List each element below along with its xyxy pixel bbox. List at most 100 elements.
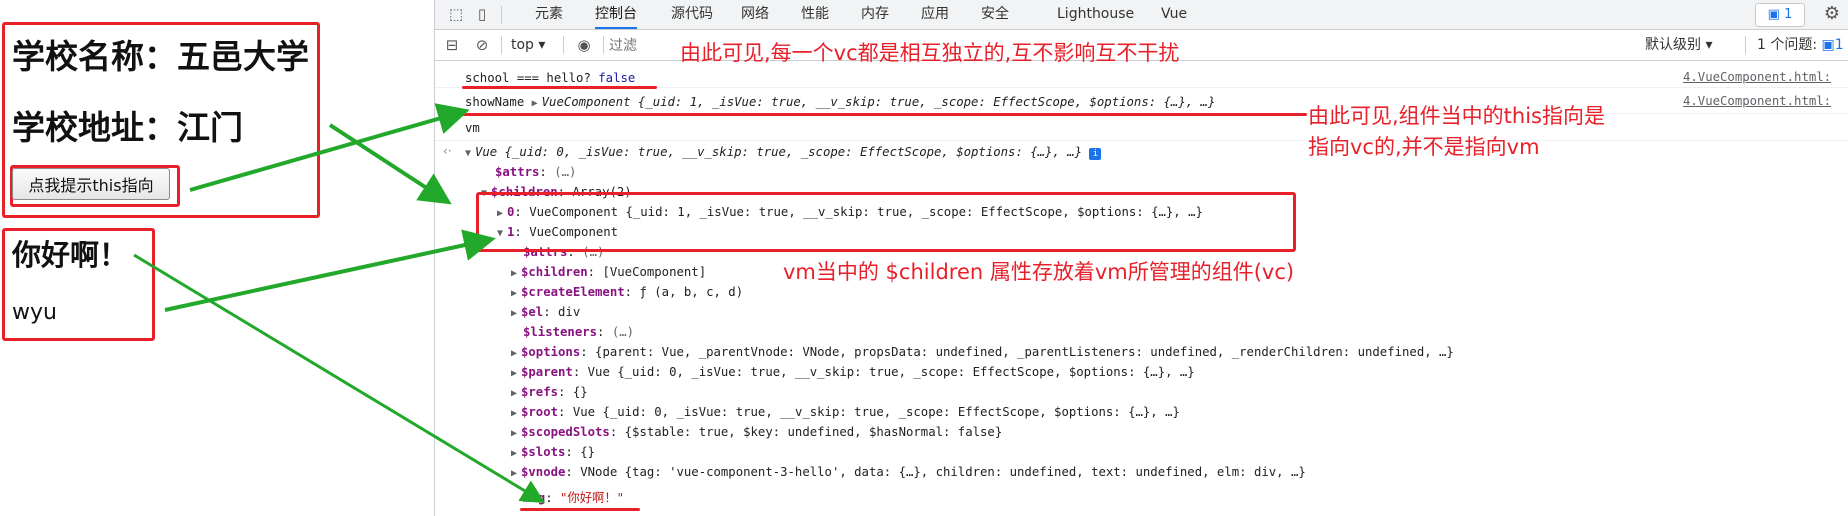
- app-page: 学校名称：五邑大学 学校地址：江门 点我提示this指向 你好啊！ wyu: [0, 0, 435, 516]
- school-name-text: 学校名称：五邑大学: [12, 37, 309, 76]
- prop-key: $refs: [521, 385, 559, 399]
- prop-key: $attrs: [495, 165, 540, 179]
- log-props: {_uid: 1, _isVue: true, __v_skip: true, …: [637, 95, 1216, 109]
- prop-value: Vue {_uid: 0, _isVue: true, __v_skip: tr…: [572, 405, 1180, 419]
- context-selector-label: top: [511, 37, 534, 53]
- child-prop-row[interactable]: ▶ $options: {parent: Vue, _parentVnode: V…: [511, 344, 1454, 362]
- expand-arrow-icon[interactable]: ▶: [511, 405, 521, 422]
- child-prop-row[interactable]: ▶ $root: Vue {_uid: 0, _isVue: true, __v_…: [511, 404, 1180, 422]
- expand-arrow-icon[interactable]: ▶: [511, 425, 521, 442]
- prop-key: $children: [521, 265, 588, 279]
- expand-arrow-icon[interactable]: ▼: [465, 145, 475, 162]
- source-link[interactable]: 4.VueComponent.html:: [1683, 94, 1831, 108]
- issues-count-button[interactable]: 1 个问题: ▣1: [1757, 30, 1844, 60]
- message-icon: ▣: [1821, 37, 1835, 53]
- underline-msg: [520, 508, 640, 511]
- child-prop-row[interactable]: ▶ $children: [VueComponent]: [511, 264, 706, 282]
- result-prompt-icon: ‹·: [443, 144, 452, 158]
- row-divider: [435, 140, 1848, 141]
- log-label: showName: [465, 95, 525, 109]
- prop-key: $slots: [521, 445, 566, 459]
- prop-value: (…): [554, 165, 577, 179]
- child-prop-row[interactable]: ▶ $vnode: VNode {tag: 'vue-component-3-he…: [511, 464, 1306, 482]
- tab-performance[interactable]: 性能: [801, 0, 829, 29]
- expand-arrow-icon[interactable]: ▶: [511, 265, 521, 282]
- prop-value: {$stable: true, $key: undefined, $hasNor…: [624, 425, 1003, 439]
- issues-count-label: 1 个问题:: [1757, 37, 1818, 53]
- prop-value: ƒ (a, b, c, d): [639, 285, 744, 299]
- prop-key: $createElement: [521, 285, 625, 299]
- greeting-text: 你好啊！: [12, 238, 129, 272]
- console-log-showname[interactable]: showName ▶ VueComponent {_uid: 1, _isVue:…: [465, 94, 1215, 112]
- prop-value: VNode {tag: 'vue-component-3-hello', dat…: [580, 465, 1306, 479]
- prop-key: $scopedSlots: [521, 425, 610, 439]
- tab-memory[interactable]: 内存: [861, 0, 889, 29]
- source-link[interactable]: 4.VueComponent.html:: [1683, 70, 1831, 84]
- prop-value: {parent: Vue, _parentVnode: VNode, props…: [595, 345, 1454, 359]
- expand-arrow-icon[interactable]: ▶: [511, 345, 521, 362]
- tab-application[interactable]: 应用: [921, 0, 949, 29]
- prop-key: $el: [521, 305, 544, 319]
- toolbar-separator: [1745, 36, 1746, 54]
- tab-security[interactable]: 安全: [981, 0, 1009, 29]
- expand-arrow-icon[interactable]: ▶: [511, 365, 521, 382]
- child-prop-row[interactable]: ▶ $el: div: [511, 304, 580, 322]
- console-result-vm[interactable]: ▼ Vue {_uid: 0, _isVue: true, __v_skip: t…: [465, 144, 1102, 162]
- show-this-button[interactable]: 点我提示this指向: [12, 168, 170, 200]
- inspect-element-icon[interactable]: ⬚: [445, 4, 467, 24]
- tab-console[interactable]: 控制台: [595, 0, 637, 29]
- clear-console-icon[interactable]: ⊘: [471, 35, 493, 55]
- toolbar-separator: [603, 36, 604, 54]
- tab-lighthouse[interactable]: Lighthouse: [1057, 0, 1134, 29]
- expand-arrow-icon[interactable]: ▶: [511, 465, 521, 482]
- gear-icon[interactable]: ⚙: [1821, 3, 1843, 25]
- expand-arrow-icon[interactable]: ▶: [511, 445, 521, 462]
- tab-vue[interactable]: Vue: [1161, 0, 1187, 29]
- prop-value: "你好啊！": [560, 491, 625, 505]
- child-prop-row[interactable]: ▶ $scopedSlots: {$stable: true, $key: und…: [511, 424, 1002, 442]
- chevron-down-icon: ▾: [538, 37, 546, 53]
- expand-arrow-icon[interactable]: ▶: [532, 95, 542, 112]
- tab-sources[interactable]: 源代码: [671, 0, 713, 29]
- child-prop-row[interactable]: ▶ $parent: Vue {_uid: 0, _isVue: true, __…: [511, 364, 1195, 382]
- toolbar-separator: [501, 36, 502, 54]
- sidebar-toggle-icon[interactable]: ⊟: [441, 35, 463, 55]
- prop-value: (…): [611, 325, 635, 339]
- child-prop-row[interactable]: ▶ $slots: {}: [511, 444, 595, 462]
- chevron-down-icon: ▾: [1705, 37, 1713, 53]
- message-icon: ▣: [1767, 7, 1785, 22]
- context-selector[interactable]: top ▾: [511, 30, 545, 60]
- log-type: VueComponent: [541, 95, 631, 109]
- prop-key: $listeners: [523, 325, 598, 339]
- eye-icon[interactable]: ◉: [573, 35, 595, 55]
- child-prop-row[interactable]: ▶ $refs: {}: [511, 384, 588, 402]
- prop-key: $options: [521, 345, 581, 359]
- school-address-text: 学校地址：江门: [12, 108, 243, 147]
- prop-value: div: [558, 305, 581, 319]
- vm-attrs-row: $attrs: (…): [495, 165, 577, 179]
- annotation-children: vm当中的 $children 属性存放着vm所管理的组件(vc): [783, 260, 1295, 284]
- annotation-independent: 由此可见,每一个vc都是相互独立的,互不影响互不干扰: [680, 41, 1180, 65]
- expand-arrow-icon[interactable]: ▶: [511, 285, 521, 302]
- issues-count-badge: 1: [1834, 37, 1844, 53]
- devtools-tabbar: ⬚ ▯ 元素 控制台 源代码 网络 性能 内存 应用 安全 Lighthouse…: [435, 0, 1848, 30]
- info-icon[interactable]: i: [1089, 148, 1102, 160]
- issues-badge[interactable]: ▣ 1: [1755, 3, 1805, 27]
- prop-key: $root: [521, 405, 559, 419]
- vm-summary: Vue {_uid: 0, _isVue: true, __v_skip: tr…: [475, 145, 1083, 159]
- log-text: school === hello?: [465, 71, 591, 85]
- prop-key: msg: [523, 491, 546, 505]
- expand-arrow-icon[interactable]: ▶: [511, 305, 521, 322]
- child-prop-row[interactable]: ▶ $createElement: ƒ (a, b, c, d): [511, 284, 743, 302]
- tab-elements[interactable]: 元素: [535, 0, 563, 29]
- expand-arrow-icon[interactable]: ▶: [511, 385, 521, 402]
- prop-value: {}: [580, 445, 596, 459]
- tab-separator: [501, 6, 502, 24]
- child-prop-row: $listeners: (…): [523, 325, 635, 339]
- console-log-comparison: school === hello? false: [465, 70, 635, 87]
- issues-badge-count: 1: [1784, 7, 1793, 22]
- greeting-name-text: wyu: [12, 300, 57, 325]
- tab-network[interactable]: 网络: [741, 0, 769, 29]
- device-toolbar-icon[interactable]: ▯: [471, 4, 493, 24]
- log-level-dropdown[interactable]: 默认级别 ▾: [1645, 30, 1712, 60]
